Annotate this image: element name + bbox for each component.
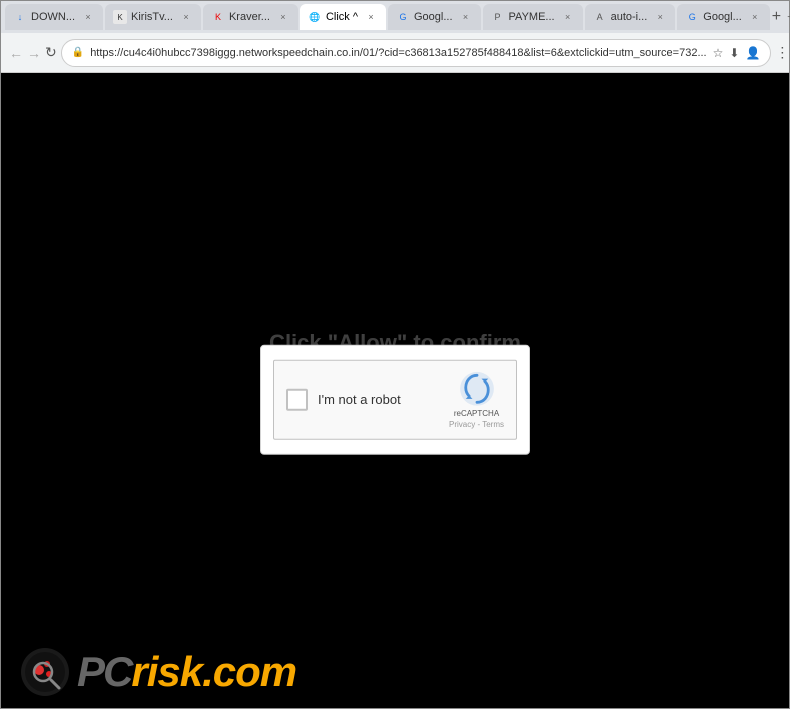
recaptcha-links: Privacy - Terms: [449, 419, 504, 428]
browser-window: ↓ DOWN... × K KirisTv... × K Kraver... ×…: [0, 0, 790, 709]
recaptcha-privacy-link[interactable]: Privacy: [449, 419, 475, 428]
url-text: https://cu4c4i0hubcc7398iggg.networkspee…: [90, 47, 706, 59]
lock-icon: 🔒: [72, 47, 84, 58]
download-icon[interactable]: ⬇: [729, 46, 739, 60]
title-bar: ↓ DOWN... × K KirisTv... × K Kraver... ×…: [1, 1, 789, 33]
recaptcha-container: I'm not a robot reCAPTCHA Privacy -: [260, 344, 530, 454]
recaptcha-checkbox[interactable]: [286, 388, 308, 410]
pcrisk-icon-svg: [23, 650, 67, 694]
pcrisk-brand-text: PC risk.com: [77, 648, 296, 696]
recaptcha-brand-text: reCAPTCHA: [454, 408, 499, 417]
pcrisk-footer: PC risk.com: [21, 648, 296, 696]
back-button[interactable]: ←: [9, 39, 23, 67]
page-content: Click "Allow" to confirm that you are no…: [1, 73, 789, 708]
pcrisk-logo-icon: [21, 648, 69, 696]
new-tab-button[interactable]: +: [772, 4, 781, 30]
tab-favicon-google1: G: [396, 10, 410, 24]
profile-icon[interactable]: 👤: [745, 46, 760, 60]
tab-label-google2: Googl...: [703, 11, 742, 23]
tab-close-payme[interactable]: ×: [561, 10, 575, 24]
reload-button[interactable]: ↻: [45, 39, 57, 67]
tab-autoi[interactable]: A auto-i... ×: [585, 4, 676, 30]
recaptcha-logo-area: reCAPTCHA Privacy - Terms: [449, 370, 504, 428]
url-bar[interactable]: 🔒 https://cu4c4i0hubcc7398iggg.networksp…: [61, 39, 772, 67]
url-actions: ☆ ⬇ 👤: [713, 46, 761, 60]
pcrisk-pc-text: PC: [77, 648, 131, 696]
tab-label-down: DOWN...: [31, 11, 75, 23]
tab-google1[interactable]: G Googl... ×: [388, 4, 481, 30]
tab-label-payme: PAYME...: [509, 11, 555, 23]
tab-favicon-down: ↓: [13, 10, 27, 24]
tab-click[interactable]: 🌐 Click ^ ×: [300, 4, 386, 30]
tab-favicon-kraver: K: [211, 10, 225, 24]
tab-favicon-payme: P: [491, 10, 505, 24]
tab-close-kraver[interactable]: ×: [276, 10, 290, 24]
minimize-button[interactable]: −: [783, 10, 790, 24]
recaptcha-logo-icon: [459, 370, 495, 406]
recaptcha-label: I'm not a robot: [318, 392, 439, 407]
tab-close-google1[interactable]: ×: [459, 10, 473, 24]
tab-close-kiristv[interactable]: ×: [179, 10, 193, 24]
tab-google2[interactable]: G Googl... ×: [677, 4, 770, 30]
tab-label-click: Click ^: [326, 11, 358, 23]
tab-kiristv[interactable]: K KirisTv... ×: [105, 4, 201, 30]
tab-label-autoi: auto-i...: [611, 11, 648, 23]
window-controls: − □ ×: [783, 10, 790, 24]
tab-payme[interactable]: P PAYME... ×: [483, 4, 583, 30]
tab-kraver[interactable]: K Kraver... ×: [203, 4, 298, 30]
tab-down[interactable]: ↓ DOWN... ×: [5, 4, 103, 30]
tab-label-kraver: Kraver...: [229, 11, 270, 23]
bookmark-icon[interactable]: ☆: [713, 46, 724, 60]
tab-favicon-click: 🌐: [308, 10, 322, 24]
tab-favicon-autoi: A: [593, 10, 607, 24]
tab-label-google1: Googl...: [414, 11, 453, 23]
tab-favicon-google2: G: [685, 10, 699, 24]
nav-bar: ← → ↻ 🔒 https://cu4c4i0hubcc7398iggg.net…: [1, 33, 789, 73]
tab-label-kiristv: KirisTv...: [131, 11, 173, 23]
tab-close-google2[interactable]: ×: [748, 10, 762, 24]
tab-favicon-kiristv: K: [113, 10, 127, 24]
recaptcha-widget: I'm not a robot reCAPTCHA Privacy -: [273, 359, 517, 439]
tab-close-click[interactable]: ×: [364, 10, 378, 24]
pcrisk-risk-text: risk.com: [131, 648, 296, 696]
menu-button[interactable]: ⋮: [775, 39, 789, 67]
tab-close-autoi[interactable]: ×: [653, 10, 667, 24]
tab-close-down[interactable]: ×: [81, 10, 95, 24]
recaptcha-terms-link[interactable]: Terms: [482, 419, 504, 428]
forward-button[interactable]: →: [27, 39, 41, 67]
